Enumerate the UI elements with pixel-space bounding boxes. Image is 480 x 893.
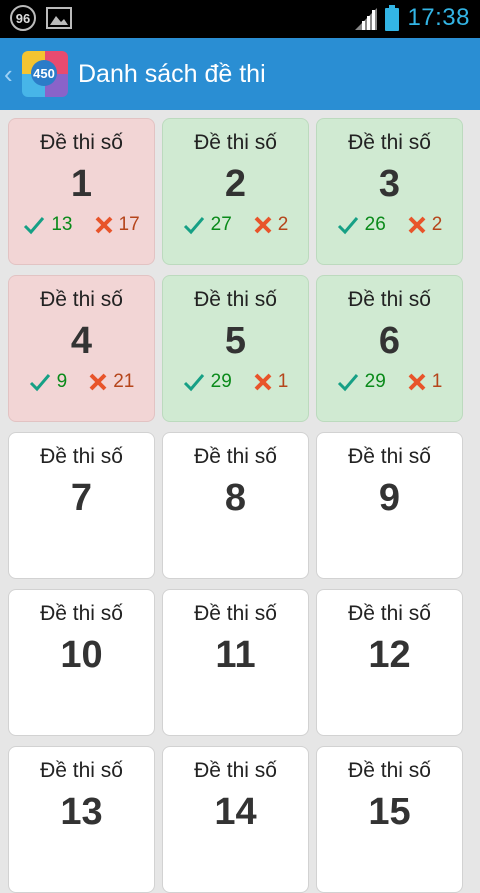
exam-card[interactable]: Đề thi số 5 29 1: [162, 275, 309, 422]
exam-card-stats: 29 1: [183, 371, 289, 393]
correct-count: 29: [210, 371, 232, 392]
exam-card-stats: 26 2: [337, 214, 443, 236]
exam-card-label: Đề thi số: [40, 288, 123, 311]
correct-count: 26: [364, 214, 386, 235]
app-icon[interactable]: 450: [22, 51, 68, 97]
exam-card-number: 14: [214, 791, 257, 833]
exam-card-label: Đề thi số: [194, 131, 277, 154]
exam-card-number: 9: [378, 477, 401, 519]
check-icon: [337, 374, 358, 392]
exam-card[interactable]: Đề thi số 8: [162, 432, 309, 579]
exam-card-number: 10: [60, 634, 103, 676]
image-icon: [46, 7, 72, 29]
exam-card-label: Đề thi số: [40, 759, 123, 782]
exam-card-stats: 27 2: [183, 214, 289, 236]
exam-card-label: Đề thi số: [348, 131, 431, 154]
exam-card[interactable]: Đề thi số 9: [316, 432, 463, 579]
exam-card[interactable]: Đề thi số 4 9 21: [8, 275, 155, 422]
exam-card[interactable]: Đề thi số 10: [8, 589, 155, 736]
exam-card-stats: 29 1: [337, 371, 443, 393]
check-icon: [183, 217, 204, 235]
exam-card-label: Đề thi số: [348, 759, 431, 782]
wrong-count: 1: [431, 371, 443, 392]
cross-icon: [408, 216, 426, 234]
exam-card-number: 2: [224, 163, 247, 205]
wrong-count: 21: [113, 371, 135, 392]
exam-card-label: Đề thi số: [194, 445, 277, 468]
exam-card-number: 8: [224, 477, 247, 519]
correct-count: 29: [364, 371, 386, 392]
wrong-count: 1: [277, 371, 289, 392]
check-icon: [337, 217, 358, 235]
exam-card-number: 12: [368, 634, 411, 676]
check-icon: [29, 374, 50, 392]
cross-icon: [95, 216, 112, 234]
exam-card-stats: 9 21: [29, 371, 135, 393]
exam-card[interactable]: Đề thi số 11: [162, 589, 309, 736]
battery-icon: [385, 5, 400, 31]
status-bar: 96 17:38: [0, 0, 480, 38]
exam-card-number: 4: [70, 320, 93, 362]
exam-card-label: Đề thi số: [194, 759, 277, 782]
wrong-count: 17: [118, 214, 140, 235]
app-icon-text: 450: [33, 66, 55, 81]
exam-card-label: Đề thi số: [40, 131, 123, 154]
correct-count: 27: [210, 214, 232, 235]
exam-grid: Đề thi số 1 13 17 Đề thi số 2 27 2 Đề thi số 3 26 2…: [8, 118, 463, 893]
exam-card-number: 1: [70, 163, 93, 205]
exam-card[interactable]: Đề thi số 3 26 2: [316, 118, 463, 265]
cross-icon: [254, 373, 272, 391]
exam-card-label: Đề thi số: [348, 602, 431, 625]
notification-count-badge: 96: [10, 5, 36, 31]
exam-card-stats: 13 17: [23, 214, 140, 236]
correct-count: 9: [56, 371, 68, 392]
exam-card-number: 3: [378, 163, 401, 205]
clock: 17:38: [407, 4, 470, 31]
exam-card-label: Đề thi số: [348, 288, 431, 311]
cross-icon: [408, 373, 426, 391]
exam-card[interactable]: Đề thi số 13: [8, 746, 155, 893]
exam-card-number: 5: [224, 320, 247, 362]
exam-card-number: 6: [378, 320, 401, 362]
page-title: Danh sách đề thi: [78, 59, 266, 88]
exam-card[interactable]: Đề thi số 15: [316, 746, 463, 893]
exam-card-label: Đề thi số: [194, 288, 277, 311]
check-icon: [183, 374, 204, 392]
exam-card[interactable]: Đề thi số 6 29 1: [316, 275, 463, 422]
app-logo-icon: 450: [22, 51, 68, 97]
exam-card-number: 15: [368, 791, 411, 833]
exam-card-number: 7: [70, 477, 93, 519]
action-bar: ‹ 450 Danh sách đề thi: [0, 38, 480, 110]
cross-icon: [254, 216, 272, 234]
wrong-count: 2: [431, 214, 443, 235]
back-caret-icon[interactable]: ‹: [4, 59, 18, 90]
exam-card[interactable]: Đề thi số 1 13 17: [8, 118, 155, 265]
exam-card-label: Đề thi số: [194, 602, 277, 625]
exam-card-label: Đề thi số: [40, 602, 123, 625]
exam-card-number: 11: [215, 634, 256, 676]
exam-card[interactable]: Đề thi số 12: [316, 589, 463, 736]
exam-card-label: Đề thi số: [348, 445, 431, 468]
exam-card-number: 13: [60, 791, 103, 833]
exam-card[interactable]: Đề thi số 7: [8, 432, 155, 579]
correct-count: 13: [51, 214, 73, 235]
exam-card-label: Đề thi số: [40, 445, 123, 468]
signal-icon: [355, 8, 378, 30]
exam-card[interactable]: Đề thi số 2 27 2: [162, 118, 309, 265]
cross-icon: [89, 373, 107, 391]
wrong-count: 2: [277, 214, 289, 235]
check-icon: [24, 217, 45, 235]
exam-card[interactable]: Đề thi số 14: [162, 746, 309, 893]
